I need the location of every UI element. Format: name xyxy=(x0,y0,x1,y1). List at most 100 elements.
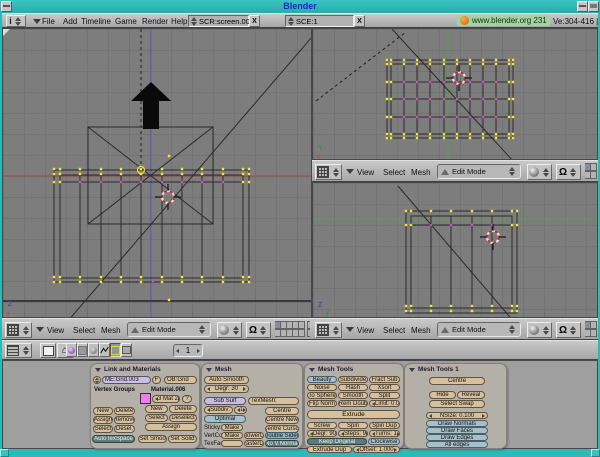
split-handle[interactable] xyxy=(3,29,10,36)
spin-button[interactable]: Spin xyxy=(338,422,368,429)
view-menu[interactable]: View xyxy=(47,326,64,335)
offset-spinner[interactable]: Offset: 1.000 xyxy=(353,446,400,453)
window-shade-button[interactable] xyxy=(577,1,588,12)
set-solid-button[interactable]: Set Solid xyxy=(168,435,197,443)
pivot-button[interactable]: Ω xyxy=(556,164,581,180)
material-index-spinner[interactable]: 3 Mat 2 xyxy=(152,395,180,403)
smooth-button[interactable]: Smooth xyxy=(338,392,368,399)
window-type-button[interactable] xyxy=(5,343,32,358)
hash-button[interactable]: Hash xyxy=(338,384,368,391)
split-button[interactable]: Split xyxy=(369,392,400,399)
panel-header[interactable]: Mesh xyxy=(206,366,232,373)
subdiv-level-spinner[interactable]: 1 xyxy=(234,406,247,414)
viewport-type-button[interactable] xyxy=(5,322,32,338)
all-edges-toggle[interactable]: All edges xyxy=(426,441,488,448)
draw-type-button[interactable] xyxy=(527,164,552,180)
material-delete-button[interactable]: Delete xyxy=(169,405,197,413)
menu-timeline[interactable]: Timeline xyxy=(81,17,111,26)
mode-selector[interactable]: Edit Mode xyxy=(437,164,521,179)
mesh-browse-button[interactable] xyxy=(93,376,101,384)
menu-add[interactable]: Add xyxy=(63,17,77,26)
draw-faces-toggle[interactable]: Draw Faces xyxy=(426,427,488,434)
auto-smooth-button[interactable]: Auto Smooth xyxy=(204,376,249,384)
draw-normals-toggle[interactable]: Draw Normals xyxy=(426,420,488,427)
vgroup-deselect-button[interactable]: Desel. xyxy=(114,425,135,433)
vgroup-assign-button[interactable]: Assign xyxy=(93,416,113,424)
panel-alignment-button[interactable] xyxy=(40,343,56,358)
material-help-button[interactable]: ? xyxy=(182,395,192,403)
viewport-3d-side[interactable]: Z y xyxy=(312,182,598,318)
app-window-type-button[interactable]: i xyxy=(6,15,26,27)
degr90-spinner[interactable]: Degr: 90 xyxy=(307,430,337,437)
spin-dup-button[interactable]: Spin Dup xyxy=(369,422,400,429)
vgroup-select-button[interactable]: Select xyxy=(93,425,113,433)
menu-game[interactable]: Game xyxy=(115,17,137,26)
degr-spinner[interactable]: Degr: 30 xyxy=(204,385,249,393)
scene-delete-button[interactable]: X xyxy=(354,15,365,27)
vgroup-new-button[interactable]: New xyxy=(93,407,113,415)
menu-help[interactable]: Help xyxy=(171,17,187,26)
xsort-button[interactable]: Xsort xyxy=(369,384,400,391)
viewport-3d-top[interactable]: Y x xyxy=(312,28,598,160)
header-collapse-icon[interactable] xyxy=(346,169,354,174)
screw-button[interactable]: Screw xyxy=(307,422,337,429)
pivot-button[interactable]: Ω xyxy=(246,322,271,338)
screen-selector[interactable]: SCR:screen.001 xyxy=(188,15,249,27)
noise-button[interactable]: Noise xyxy=(307,384,337,391)
vgroup-remove-button[interactable]: Remove xyxy=(114,416,135,424)
layer-buttons[interactable] xyxy=(275,321,310,338)
extrude-dup-button[interactable]: Extrude Dup xyxy=(307,446,352,453)
draw-type-button[interactable] xyxy=(527,322,552,338)
extrude-button[interactable]: Extrude xyxy=(307,410,400,419)
remove-doubles-button[interactable]: Rem Doub xyxy=(338,400,368,407)
draw-type-button[interactable] xyxy=(217,322,242,338)
select-menu[interactable]: Select xyxy=(383,168,405,177)
fake-user-button[interactable]: F xyxy=(152,376,161,384)
material-select-button[interactable]: Select xyxy=(145,414,168,422)
autotexspace-button[interactable]: AutoTexSpace xyxy=(92,435,135,443)
material-deselect-button[interactable]: Deselect xyxy=(169,414,197,422)
slower-draw-button[interactable]: SlowerDr xyxy=(244,432,264,439)
resize-grip-right[interactable] xyxy=(591,449,600,457)
layer-buttons[interactable] xyxy=(585,321,597,338)
viewport-type-button[interactable] xyxy=(315,322,342,338)
menu-file[interactable]: File xyxy=(42,17,55,26)
hide-button[interactable]: Hide xyxy=(429,391,456,399)
nsize-spinner[interactable]: NSize: 0.100 xyxy=(426,412,488,419)
layer-buttons[interactable] xyxy=(585,163,597,180)
viewport-3d-front[interactable]: Z x xyxy=(2,28,312,318)
material-color-swatch[interactable] xyxy=(140,393,151,404)
vertcol-make-button[interactable]: Make xyxy=(221,432,243,439)
context-script-button[interactable] xyxy=(77,343,88,357)
context-material-button[interactable] xyxy=(88,343,99,357)
panel-header[interactable]: Mesh Tools xyxy=(309,366,353,373)
header-collapse-icon[interactable] xyxy=(346,327,354,332)
mode-selector[interactable]: Edit Mode xyxy=(127,322,211,337)
steps-spinner[interactable]: Steps: 9 xyxy=(338,430,368,437)
turns-spinner[interactable]: Turns: 1 xyxy=(369,430,400,437)
draw-edges-toggle[interactable]: Draw Edges xyxy=(426,434,488,441)
reveal-button[interactable]: Reveal xyxy=(457,391,485,399)
to-sphere-button[interactable]: To Sphere xyxy=(307,392,337,399)
panel-header[interactable]: Mesh Tools 1 xyxy=(409,366,459,373)
material-assign-button[interactable]: Assign xyxy=(145,423,197,431)
faster-draw-button[interactable]: FasterDr xyxy=(244,440,264,447)
menu-render[interactable]: Render xyxy=(142,17,168,26)
screen-delete-button[interactable]: X xyxy=(249,15,260,27)
mode-selector[interactable]: Edit Mode xyxy=(437,322,521,337)
optimal-toggle[interactable]: Optimal xyxy=(204,415,246,423)
subdiv-spinner[interactable]: Subdiv: 1 xyxy=(204,406,233,414)
centre-new-button[interactable]: Centre New xyxy=(265,416,299,424)
context-shading-button[interactable] xyxy=(66,343,77,357)
scene-selector[interactable]: SCE:1 xyxy=(285,15,354,27)
object-name-field[interactable]: OB:Grid xyxy=(164,376,197,384)
select-menu[interactable]: Select xyxy=(73,326,95,335)
context-editing-button[interactable] xyxy=(110,343,121,357)
subdivide-button[interactable]: Subdivide xyxy=(338,376,368,383)
context-scene-button[interactable] xyxy=(121,343,132,357)
fractal-subdivide-button[interactable]: Fract Sub xyxy=(369,376,400,383)
no-vnormal-flip-toggle[interactable]: No V.Normal xyxy=(265,440,299,447)
double-sided-toggle[interactable]: Double Sided xyxy=(265,432,299,439)
window-close-button[interactable] xyxy=(588,1,599,12)
mesh-menu[interactable]: Mesh xyxy=(411,168,431,177)
